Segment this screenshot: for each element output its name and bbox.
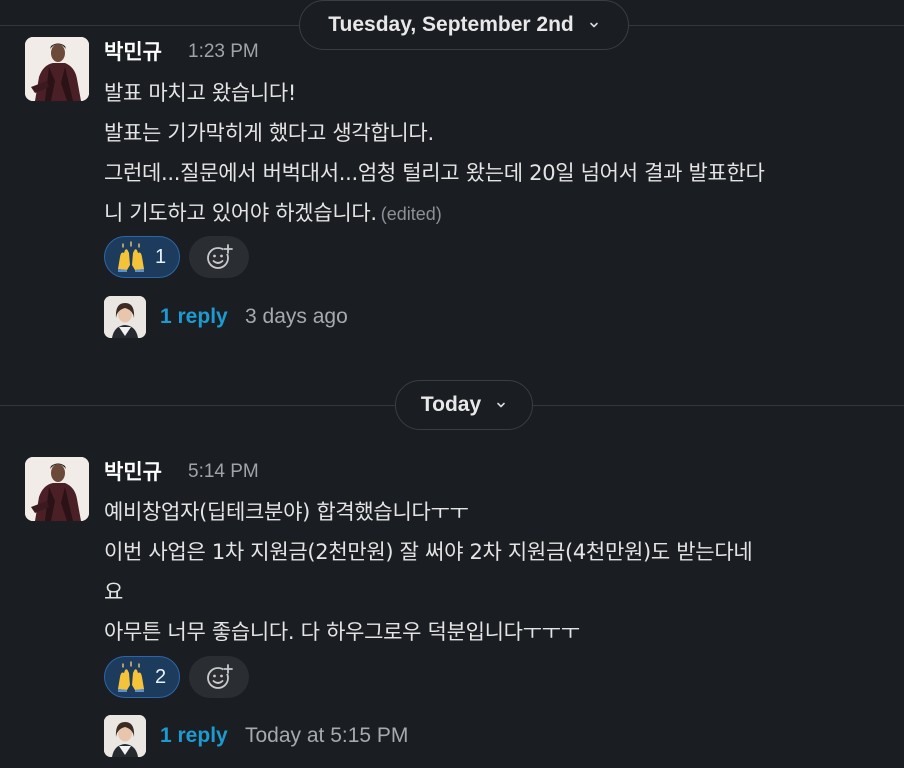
date-divider-label: Tuesday, September 2nd: [328, 13, 574, 36]
add-reaction-button[interactable]: [189, 656, 249, 698]
raised-hands-emoji: [118, 661, 144, 692]
author-name[interactable]: 박민규: [104, 456, 162, 486]
message-text-line: 예비창업자(딥테크분야) 합격했습니다ㅜㅜ: [104, 500, 469, 524]
edited-label: (edited): [380, 204, 442, 224]
avatar-photo: [25, 37, 89, 101]
reaction-count: 2: [155, 665, 167, 688]
thread-replies-link[interactable]: 1 reply: [160, 305, 228, 329]
date-divider-button[interactable]: Today: [395, 380, 533, 430]
message-text-line: 이번 사업은 1차 지원금(2천만원) 잘 써야 2차 지원금(4천만원)도 받…: [104, 540, 753, 564]
date-divider-label: Today: [420, 393, 482, 416]
message-text-line: 발표는 기가막히게 했다고 생각합니다.: [104, 121, 434, 145]
raised-hands-emoji: [118, 241, 144, 272]
reply-avatar[interactable]: [104, 296, 146, 338]
avatar-photo: [25, 457, 89, 521]
last-reply-time: Today at 5:15 PM: [245, 724, 409, 747]
add-reaction-icon: [207, 244, 233, 269]
reply-avatar-photo: [104, 715, 146, 757]
chevron-down-icon: [589, 22, 598, 28]
message-text-line: 아무튼 너무 좋습니다. 다 하우그로우 덕분입니다ㅜㅜㅜ: [104, 620, 580, 644]
message-text-line: 발표 마치고 왔습니다!: [104, 81, 297, 105]
message-timestamp[interactable]: 1:23 PM: [188, 41, 259, 63]
reaction-count: 1: [155, 245, 167, 268]
message-text-line: 요: [104, 580, 124, 604]
add-reaction-icon: [207, 664, 233, 689]
chevron-down-icon: [497, 402, 505, 408]
reaction-button[interactable]: 2: [104, 656, 180, 698]
message-text-line: 그런데...질문에서 버벅대서...엄청 털리고 왔는데 20일 넘어서 결과 …: [104, 161, 765, 185]
date-divider-button[interactable]: Tuesday, September 2nd: [299, 0, 629, 50]
thread-replies-link[interactable]: 1 reply: [160, 724, 228, 748]
reaction-button[interactable]: 1: [104, 236, 180, 278]
message-timestamp[interactable]: 5:14 PM: [188, 461, 259, 483]
avatar[interactable]: [25, 457, 89, 521]
add-reaction-button[interactable]: [189, 236, 249, 278]
message-text: 니 기도하고 있어야 하겠습니다.: [104, 201, 377, 225]
author-name[interactable]: 박민규: [104, 36, 162, 66]
last-reply-time: 3 days ago: [245, 305, 348, 328]
reply-avatar[interactable]: [104, 715, 146, 757]
message-text-line: 니 기도하고 있어야 하겠습니다. (edited): [104, 197, 442, 227]
reply-avatar-photo: [104, 296, 146, 338]
avatar[interactable]: [25, 37, 89, 101]
